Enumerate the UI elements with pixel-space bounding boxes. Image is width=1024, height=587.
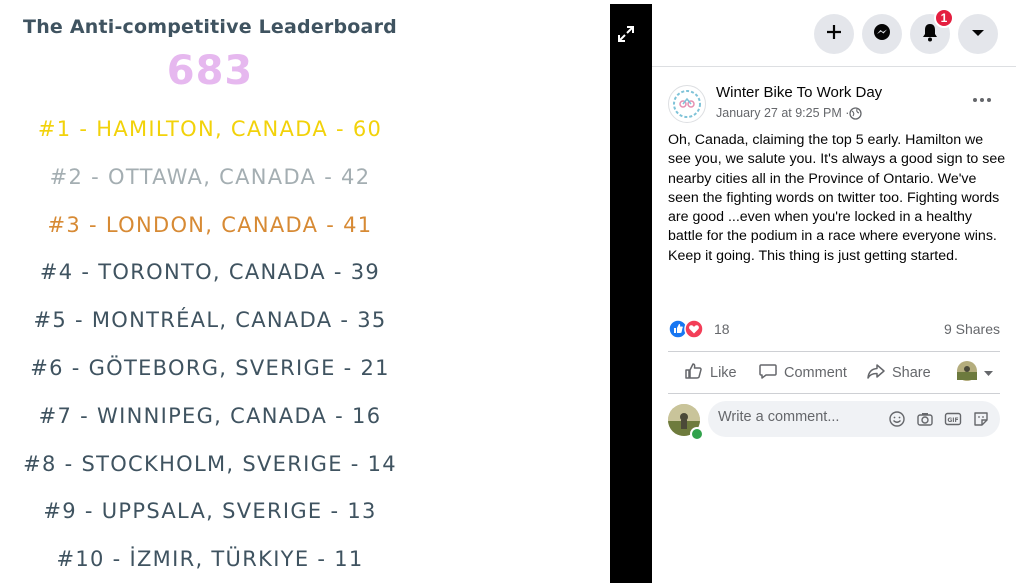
leaderboard-row: #8 - STOCKHOLM, SVERIGE - 14: [23, 452, 397, 476]
messenger-button[interactable]: [862, 14, 902, 54]
leaderboard-row: #2 - OTTAWA, CANADA - 42: [49, 165, 371, 189]
thumbs-up-icon: [684, 361, 704, 385]
post-panel: 1 Winter Bike To Work Day January 27 at …: [652, 4, 1024, 583]
leaderboard-image: The Anti-competitive Leaderboard 683 #1 …: [0, 0, 610, 583]
leaderboard-row: #7 - WINNIPEG, CANADA - 16: [38, 404, 382, 428]
post-timestamp[interactable]: January 27 at 9:25 PM ·: [716, 106, 849, 120]
leaderboard-row: #3 - LONDON, CANADA - 41: [47, 213, 373, 237]
page-name-link[interactable]: Winter Bike To Work Day: [716, 84, 882, 101]
svg-text:GIF: GIF: [947, 417, 958, 424]
leaderboard-row: #9 - UPPSALA, SVERIGE - 13: [43, 499, 377, 523]
emoji-icon[interactable]: [888, 410, 906, 428]
leaderboard-row: #5 - MONTRÉAL, CANADA - 35: [33, 308, 387, 332]
expand-icon[interactable]: [616, 24, 636, 44]
create-icon: [825, 23, 843, 46]
share-label: Share: [892, 365, 931, 381]
online-status-indicator: [690, 427, 704, 441]
leaderboard-row: #1 - HAMILTON, CANADA - 60: [37, 117, 383, 141]
viewer-divider: [610, 4, 652, 583]
reaction-icons[interactable]: [668, 319, 708, 339]
chevron-down-icon: [984, 365, 993, 381]
leaderboard-row: #10 - İZMIR, TÜRKIYE - 11: [56, 547, 364, 571]
comment-button[interactable]: Comment: [758, 361, 847, 385]
comment-label: Comment: [784, 365, 847, 381]
divider: [668, 393, 1000, 394]
share-icon: [866, 361, 886, 385]
audience-selector[interactable]: [956, 361, 993, 385]
globe-icon: [849, 107, 862, 120]
account-menu-button[interactable]: [958, 14, 998, 54]
gif-icon[interactable]: GIF: [944, 410, 962, 428]
leaderboard-row: #6 - GÖTEBORG, SVERIGE - 21: [30, 356, 390, 380]
messenger-icon: [872, 22, 892, 47]
create-button[interactable]: [814, 14, 854, 54]
comment-box[interactable]: GIF: [708, 401, 1000, 437]
share-button[interactable]: Share: [866, 361, 931, 385]
reaction-count[interactable]: 18: [714, 321, 730, 337]
more-options-button[interactable]: [970, 93, 994, 105]
divider: [668, 351, 1000, 352]
camera-icon[interactable]: [916, 410, 934, 428]
sticker-icon[interactable]: [972, 410, 990, 428]
page-avatar[interactable]: [668, 85, 706, 123]
leaderboard-row: #4 - TORONTO, CANADA - 39: [39, 260, 381, 284]
share-count[interactable]: 9 Shares: [944, 321, 1000, 337]
notification-badge: 1: [934, 8, 954, 28]
leaderboard-total: 683: [166, 48, 254, 94]
like-button[interactable]: Like: [684, 361, 737, 385]
post-message: Oh, Canada, claiming the top 5 early. Ha…: [668, 132, 1006, 264]
leaderboard-title: The Anti-competitive Leaderboard: [23, 16, 397, 38]
chevron-down-icon: [971, 25, 985, 43]
profile-avatar-small: [956, 360, 978, 386]
comment-input[interactable]: [718, 409, 878, 425]
top-bar: 1: [652, 4, 1024, 66]
like-label: Like: [710, 365, 737, 381]
post-card: Winter Bike To Work Day January 27 at 9:…: [652, 66, 1016, 441]
comment-icon: [758, 361, 778, 385]
